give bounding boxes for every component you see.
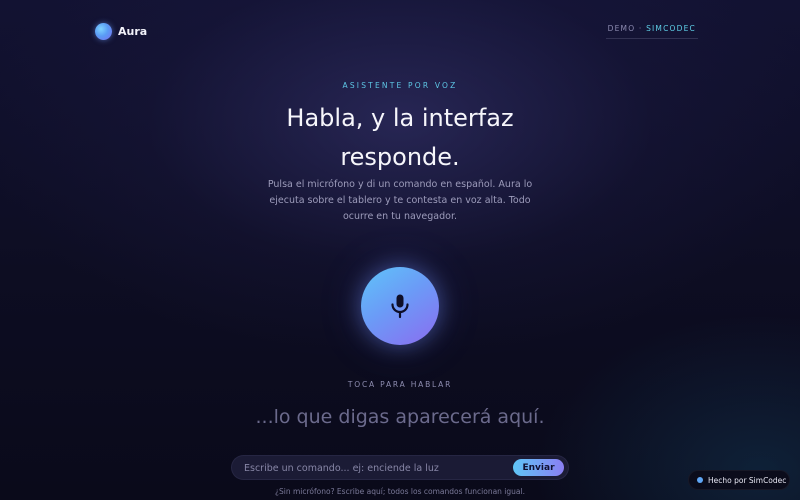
demo-brand: SIMCODEC [646,24,696,33]
logo-orb-icon [95,23,112,40]
send-button[interactable]: Enviar [513,459,564,476]
tap-to-speak-hint: TOCA PARA HABLAR [347,380,453,389]
transcript-placeholder: ...lo que digas aparecerá aquí. [255,406,545,428]
hero-description: Pulsa el micrófono y di un comando en es… [267,179,533,222]
status-dot-icon [697,477,703,483]
brand-logo[interactable]: Aura [95,23,147,40]
hero-eyebrow: ASISTENTE POR VOZ [342,81,458,90]
no-mic-note: ¿Sin micrófono? Escribe aquí; todos los … [275,487,525,496]
made-by-label: Hecho por SimCodec [708,475,787,485]
demo-label: DEMO · [607,24,647,33]
brand-name: Aura [118,25,148,38]
microphone-button[interactable] [361,267,439,345]
command-input[interactable] [244,460,504,476]
command-bar: Enviar [231,455,569,480]
headline-line-2: responde. [340,143,460,171]
demo-badge: DEMO · SIMCODEC [605,24,698,39]
microphone-icon [391,294,409,319]
hero-headline: Habla, y la interfaz responde. [0,99,800,177]
made-by-badge[interactable]: Hecho por SimCodec [688,470,790,490]
headline-line-1: Habla, y la interfaz [286,104,514,132]
